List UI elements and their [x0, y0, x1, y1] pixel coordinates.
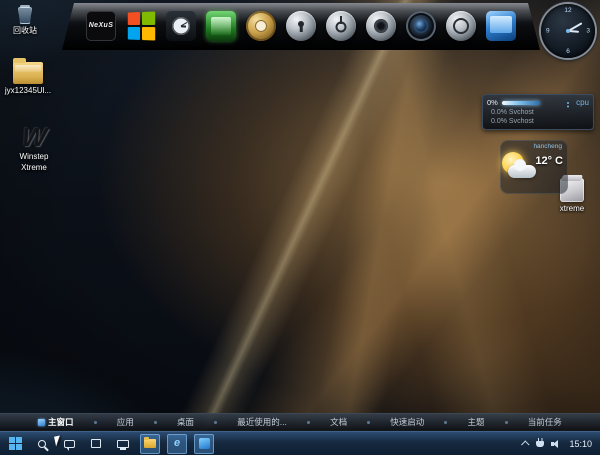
analog-clock-widget[interactable]: 12 3 6 9: [541, 4, 595, 58]
tab-separator: [154, 421, 157, 424]
taskbar-app-browser[interactable]: e: [167, 434, 187, 454]
nexus-dock: NeXuS: [62, 3, 540, 50]
tab-quick-launch[interactable]: 快速启动: [390, 416, 424, 428]
clock-time[interactable]: 15:10: [569, 439, 592, 449]
tab-separator: [94, 421, 97, 424]
desktop-icon-folder[interactable]: jyx12345Ul...: [4, 62, 52, 95]
folder-icon: [144, 439, 156, 448]
taskbar-app-folder[interactable]: [140, 434, 160, 454]
windows-logo-icon[interactable]: [127, 10, 156, 41]
display-icon[interactable]: [486, 11, 516, 41]
tab-label: 当前任务: [528, 416, 562, 428]
winstep-label-line2: Xtreme: [21, 163, 47, 172]
tab-main-window[interactable]: 主窗口: [38, 416, 74, 428]
tab-label: 文档: [330, 416, 347, 428]
windows-start-icon: [9, 437, 22, 450]
clock-number-12: 12: [564, 7, 571, 14]
taskbar: e 15:10: [0, 431, 600, 455]
recycle-bin-label: 回收站: [13, 26, 37, 35]
clock-icon[interactable]: [166, 11, 196, 41]
tab-applications[interactable]: 应用: [117, 416, 134, 428]
taskview-button[interactable]: [86, 434, 106, 454]
chat-button[interactable]: [59, 434, 79, 454]
desktop-icon-recycle-bin[interactable]: 回收站: [2, 4, 48, 35]
tab-label: 快速启动: [390, 416, 424, 428]
nexus-logo-label: NeXuS: [89, 22, 114, 29]
search-button[interactable]: [32, 434, 52, 454]
tab-label: 最近使用的...: [237, 416, 287, 428]
tab-separator: [367, 421, 370, 424]
folder-icon: [13, 62, 43, 84]
weather-temperature: 12° C: [535, 155, 563, 167]
power-plug-icon[interactable]: [536, 438, 544, 449]
cpu-process-1: 0.0% Svchost: [487, 108, 589, 117]
camera-lens-icon[interactable]: [406, 11, 436, 41]
winstep-logo-icon: W: [20, 124, 47, 150]
cpu-process-2: 0.0% Svchost: [487, 117, 589, 126]
dock-tab-bar: 主窗口 应用 桌面 最近使用的... 文档 快速启动 主题 当前任务: [0, 413, 600, 431]
clock-pin: [566, 29, 570, 33]
ring-button-icon[interactable]: [446, 11, 476, 41]
desktop: NeXuS 12 3: [0, 0, 600, 455]
desktop-icon-winstep[interactable]: W Winstep Xtreme: [6, 124, 62, 172]
nexus-logo-icon[interactable]: NeXuS: [86, 11, 116, 41]
clock-number-3: 3: [586, 28, 590, 35]
monitor-button[interactable]: [113, 434, 133, 454]
tab-documents[interactable]: 文档: [330, 416, 347, 428]
taskview-icon: [91, 439, 101, 448]
clock-number-6: 6: [566, 48, 570, 55]
weather-widget[interactable]: hancheng 12° C: [500, 140, 568, 194]
clock-number-9: 9: [546, 28, 550, 35]
tab-label: 主题: [468, 416, 485, 428]
tab-separator: [505, 421, 508, 424]
weather-location: hancheng: [533, 143, 562, 150]
folder-label: jyx12345Ul...: [5, 86, 51, 95]
media-icon: [199, 438, 210, 449]
search-icon: [38, 440, 46, 448]
main-window-icon: [38, 419, 45, 426]
tab-desktop[interactable]: 桌面: [177, 416, 194, 428]
tab-separator: [444, 421, 447, 424]
volume-icon[interactable]: [551, 439, 562, 449]
tab-separator: [307, 421, 310, 424]
recycle-bin-icon: [15, 4, 35, 24]
cpu-meter-widget[interactable]: 0% cpu 0.0% Svchost 0.0% Svchost: [482, 94, 594, 130]
cloud-icon: [508, 165, 536, 178]
start-button[interactable]: [5, 434, 25, 454]
recycle-green-icon[interactable]: [206, 11, 236, 41]
tab-recent[interactable]: 最近使用的...: [237, 416, 287, 428]
taskbar-app-media[interactable]: [194, 434, 214, 454]
tab-label: 应用: [117, 416, 134, 428]
wallpaper-vignette: [0, 0, 600, 455]
tab-themes[interactable]: 主题: [468, 416, 485, 428]
chat-icon: [64, 440, 75, 448]
cpu-usage-bar: [502, 101, 540, 105]
lock-button-icon[interactable]: [286, 11, 316, 41]
cpu-percent: 0%: [487, 98, 498, 107]
tab-separator: [214, 421, 217, 424]
winstep-label-line1: Winstep: [20, 152, 49, 161]
clock-face: 12 3 6 9: [541, 4, 595, 58]
ornate-clock-icon[interactable]: [246, 11, 276, 41]
browser-icon: e: [174, 438, 180, 449]
speaker-button-icon[interactable]: [366, 11, 396, 41]
chevron-up-icon[interactable]: [522, 440, 530, 448]
cpu-dots-icon: [567, 102, 569, 104]
monitor-icon: [117, 440, 129, 448]
tab-label: 主窗口: [48, 416, 74, 428]
power-button-icon[interactable]: [326, 11, 356, 41]
tab-current-tasks[interactable]: 当前任务: [528, 416, 562, 428]
tab-label: 桌面: [177, 416, 194, 428]
xtreme-label: xtreme: [560, 204, 584, 213]
cpu-widget-label: cpu: [576, 98, 589, 107]
